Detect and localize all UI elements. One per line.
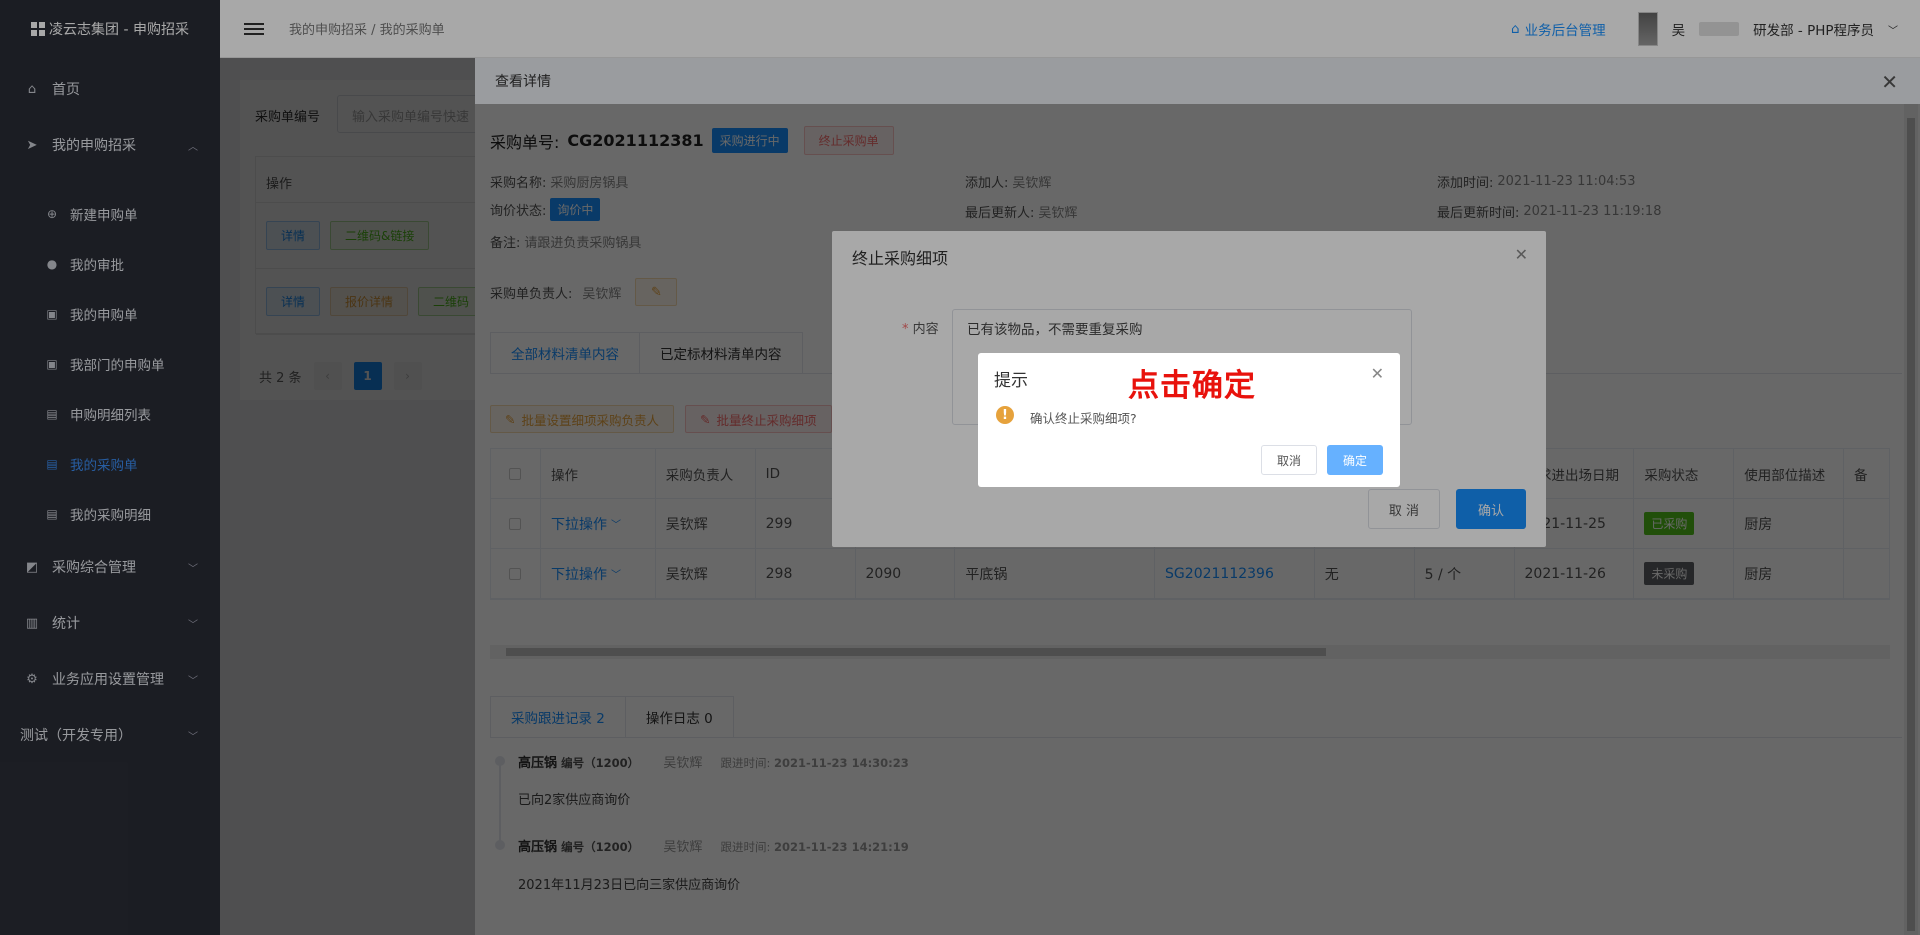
message-box-mask bbox=[0, 0, 1920, 935]
message-box-title: 提示 bbox=[994, 371, 1028, 391]
message-box-text: 确认终止采购细项? bbox=[1030, 411, 1137, 426]
ok-button[interactable]: 确定 bbox=[1327, 445, 1383, 475]
annotation-text: 点击确定 bbox=[1128, 368, 1256, 404]
warning-icon: ! bbox=[996, 406, 1014, 424]
cancel-button[interactable]: 取消 bbox=[1261, 445, 1317, 475]
close-icon[interactable]: ✕ bbox=[1371, 364, 1384, 383]
